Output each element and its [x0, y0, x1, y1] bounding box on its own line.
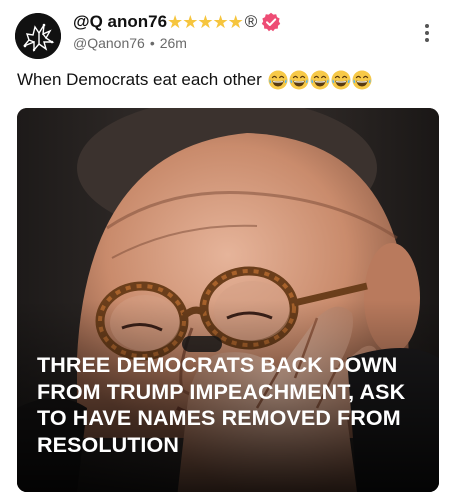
image-headline: THREE DEMOCRATS BACK DOWN FROM TRUMP IMP… — [37, 353, 406, 457]
laughing-emoji-icon — [268, 70, 288, 90]
laughing-emoji-icon — [331, 70, 351, 90]
post-timestamp[interactable]: 26m — [160, 35, 187, 51]
avatar-logo-icon — [15, 13, 61, 59]
author-handle[interactable]: @Qanon76 — [73, 35, 145, 51]
author-meta: @Qanon76 • 26m — [73, 35, 187, 51]
meta-separator: • — [149, 35, 155, 51]
registered-mark: ® — [244, 12, 258, 31]
emoji-group — [268, 70, 372, 90]
laughing-emoji-icon — [352, 70, 372, 90]
author-display-name[interactable]: @Q anon76 — [73, 12, 167, 32]
rating-stars: ★ ★ ★ ★ ★ — [167, 12, 244, 32]
star-icon: ★ — [212, 12, 229, 32]
more-options-button[interactable] — [413, 18, 441, 48]
laughing-emoji-icon — [310, 70, 330, 90]
more-options-dot — [425, 38, 429, 42]
star-icon: ★ — [227, 12, 244, 32]
more-options-icon — [425, 24, 429, 28]
post-body: When Democrats eat each other — [17, 70, 262, 89]
star-icon: ★ — [182, 12, 199, 32]
star-icon: ★ — [167, 12, 184, 32]
laughing-emoji-icon — [289, 70, 309, 90]
post-card: @Q anon76 ★ ★ ★ ★ ★ ® @Qanon76 • 26m When … — [0, 0, 456, 500]
more-options-dot — [425, 31, 429, 35]
avatar[interactable] — [15, 13, 61, 59]
star-icon: ★ — [197, 12, 214, 32]
post-image[interactable]: THREE DEMOCRATS BACK DOWN FROM TRUMP IMP… — [17, 108, 439, 492]
verified-badge-icon — [261, 12, 281, 32]
post-text: When Democrats eat each other — [17, 70, 372, 90]
author-name-row: @Q anon76 ★ ★ ★ ★ ★ ® — [73, 10, 281, 34]
